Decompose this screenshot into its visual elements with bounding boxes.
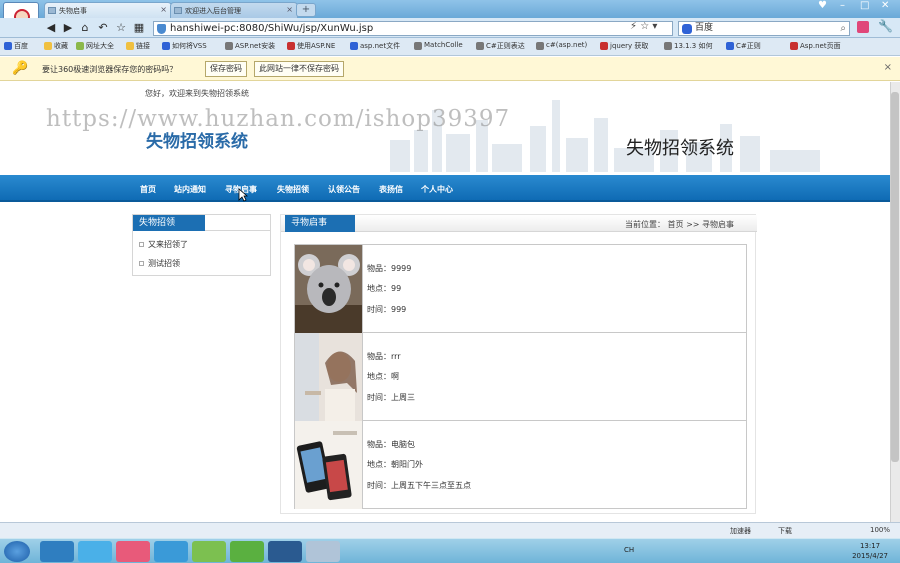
wrench-menu-icon[interactable]: 🔧 bbox=[878, 19, 893, 33]
taskbar-app-icon[interactable] bbox=[154, 541, 188, 562]
panel-title: 失物招领 bbox=[133, 215, 205, 231]
tab-lost-notice[interactable]: 失物启事 × bbox=[44, 2, 172, 18]
found-item-link[interactable]: 测试招领 bbox=[139, 258, 180, 269]
nav-notices[interactable]: 站内通知 bbox=[174, 184, 206, 195]
bookmark-item[interactable]: ASP.net安装 bbox=[225, 41, 275, 51]
bookmark-item[interactable]: 使用ASP.NE bbox=[287, 41, 335, 51]
breadcrumb: 当前位置： 首页 >> 寻物启事 bbox=[625, 220, 735, 229]
scrollbar-thumb[interactable] bbox=[891, 92, 899, 462]
taskbar-app-icon[interactable] bbox=[306, 541, 340, 562]
bookmark-item[interactable]: 网址大全 bbox=[76, 41, 114, 51]
windows-taskbar: CH 13:17 2015/4/27 bbox=[0, 538, 900, 563]
mouse-pointer-icon bbox=[238, 188, 248, 202]
taskbar-app-icon[interactable] bbox=[192, 541, 226, 562]
taskbar-app-icon[interactable] bbox=[268, 541, 302, 562]
bookmark-star-icon[interactable]: ⚡ ☆ ▾ bbox=[630, 21, 657, 32]
bookmark-item[interactable]: C#正则表达 bbox=[476, 41, 525, 51]
forward-icon[interactable]: ▶ bbox=[61, 21, 75, 35]
bookmark-item[interactable]: asp.net文件 bbox=[350, 41, 400, 51]
found-items-panel: 失物招领 又来招领了 测试招领 bbox=[132, 214, 271, 276]
never-save-password-button[interactable]: 此网站一律不保存密码 bbox=[254, 61, 344, 77]
nav-personal-center[interactable]: 个人中心 bbox=[421, 184, 453, 195]
phone-photo[interactable] bbox=[295, 421, 363, 509]
status-bar: 加速器 下载 100% bbox=[0, 522, 900, 538]
home-icon[interactable]: ⌂ bbox=[78, 21, 92, 35]
baidu-logo-icon bbox=[682, 24, 692, 34]
girl-photo[interactable] bbox=[295, 333, 363, 421]
bookmark-item[interactable]: C#正则 bbox=[726, 41, 761, 51]
bookmark-item[interactable]: 收藏 bbox=[44, 41, 68, 51]
new-tab-button[interactable]: + bbox=[296, 3, 316, 17]
star-icon[interactable]: ☆ bbox=[114, 21, 128, 35]
password-save-infobar: 🔑 要让360极速浏览器保存您的密码吗？ 保存密码 此网站一律不保存密码 × bbox=[0, 57, 900, 81]
nav-found-items[interactable]: 失物招领 bbox=[277, 184, 309, 195]
welcome-text: 您好，欢迎来到失物招领系统 bbox=[145, 89, 249, 98]
close-infobar-icon[interactable]: × bbox=[884, 62, 892, 73]
taskbar-app-icon[interactable] bbox=[78, 541, 112, 562]
watermark-text: https://www.huzhan.com/ishop39397 bbox=[46, 106, 511, 132]
site-title-banner: 失物招领系统 bbox=[626, 138, 734, 159]
table-row[interactable]: 物品：电脑包 地点：朝阳门外 时间：上周五下午三点至五点 bbox=[295, 421, 746, 509]
web-page: 您好，欢迎来到失物招领系统 失物招领系统 失物招领系统 https://www.… bbox=[0, 82, 890, 522]
grid-menu-icon[interactable]: ▦ bbox=[132, 21, 146, 35]
close-window-button[interactable]: ✕ bbox=[881, 0, 889, 11]
taskbar-app-icon[interactable] bbox=[230, 541, 264, 562]
koala-photo[interactable] bbox=[295, 245, 363, 333]
taskbar-app-icon[interactable] bbox=[40, 541, 74, 562]
bookmark-item[interactable]: 百度 bbox=[4, 41, 28, 51]
back-icon[interactable]: ◀ bbox=[44, 21, 58, 35]
extension-icon[interactable] bbox=[857, 21, 869, 33]
tab-admin[interactable]: 欢迎进入后台管理 × bbox=[170, 2, 298, 18]
undo-icon[interactable]: ↶ bbox=[96, 21, 110, 35]
zoom-level[interactable]: 100% bbox=[870, 526, 890, 534]
save-password-button[interactable]: 保存密码 bbox=[205, 61, 247, 77]
lost-items-table: 物品：9999 地点：99 时间：999 物品：rrr 地点：啊 时间：上周三 … bbox=[294, 244, 747, 509]
lost-items-panel: 寻物启事 当前位置： 首页 >> 寻物启事 物品：9999 地点：99 时间：9… bbox=[280, 214, 757, 514]
bookmark-item[interactable]: MatchColle bbox=[414, 41, 463, 50]
bookmark-item[interactable]: c#(asp.net) bbox=[536, 41, 587, 50]
favorite-heart-icon[interactable]: ♥ bbox=[818, 0, 827, 11]
download-button[interactable]: 下载 bbox=[778, 526, 792, 536]
bookmark-item[interactable]: Asp.net页面 bbox=[790, 41, 841, 51]
bookmarks-bar: 百度 收藏 网址大全 链接 如何将VSS ASP.net安装 使用ASP.NE … bbox=[0, 38, 900, 56]
taskbar-app-icon[interactable] bbox=[116, 541, 150, 562]
input-language[interactable]: CH bbox=[624, 546, 634, 554]
search-icon[interactable]: ⌕ bbox=[840, 22, 846, 35]
panel-title: 寻物启事 bbox=[285, 215, 355, 232]
address-bar[interactable]: hanshiwei-pc:8080/ShiWu/jsp/XunWu.jsp bbox=[153, 21, 673, 36]
accelerator-button[interactable]: 加速器 bbox=[730, 526, 751, 536]
system-clock[interactable]: 13:17 2015/4/27 bbox=[852, 541, 888, 561]
bookmark-item[interactable]: 链接 bbox=[126, 41, 150, 51]
nav-home[interactable]: 首页 bbox=[140, 184, 156, 195]
key-icon: 🔑 bbox=[12, 61, 29, 76]
close-tab-icon[interactable]: × bbox=[160, 5, 167, 14]
search-input[interactable]: 百度 ⌕ bbox=[678, 21, 850, 36]
bookmark-item[interactable]: jquery 获取 bbox=[600, 41, 648, 51]
maximize-button[interactable]: □ bbox=[860, 0, 869, 11]
nav-praise-letters[interactable]: 表扬信 bbox=[379, 184, 403, 195]
found-item-link[interactable]: 又来招领了 bbox=[139, 239, 188, 250]
start-button-icon[interactable] bbox=[4, 541, 30, 562]
close-tab-icon[interactable]: × bbox=[286, 5, 293, 14]
nav-claim-notices[interactable]: 认领公告 bbox=[328, 184, 360, 195]
page-favicon-icon bbox=[48, 7, 56, 14]
bookmark-item[interactable]: 如何将VSS bbox=[162, 41, 207, 51]
bullet-icon bbox=[139, 261, 144, 266]
minimize-button[interactable]: – bbox=[840, 0, 845, 11]
bookmark-item[interactable]: 13.1.3 如何 bbox=[664, 41, 713, 51]
main-nav-menu: 首页 站内通知 寻物启事 失物招领 认领公告 表扬信 个人中心 bbox=[0, 175, 890, 202]
bullet-icon bbox=[139, 242, 144, 247]
page-favicon-icon bbox=[174, 7, 182, 14]
table-row[interactable]: 物品：9999 地点：99 时间：999 bbox=[295, 245, 746, 333]
security-shield-icon bbox=[157, 24, 166, 34]
table-row[interactable]: 物品：rrr 地点：啊 时间：上周三 bbox=[295, 333, 746, 421]
